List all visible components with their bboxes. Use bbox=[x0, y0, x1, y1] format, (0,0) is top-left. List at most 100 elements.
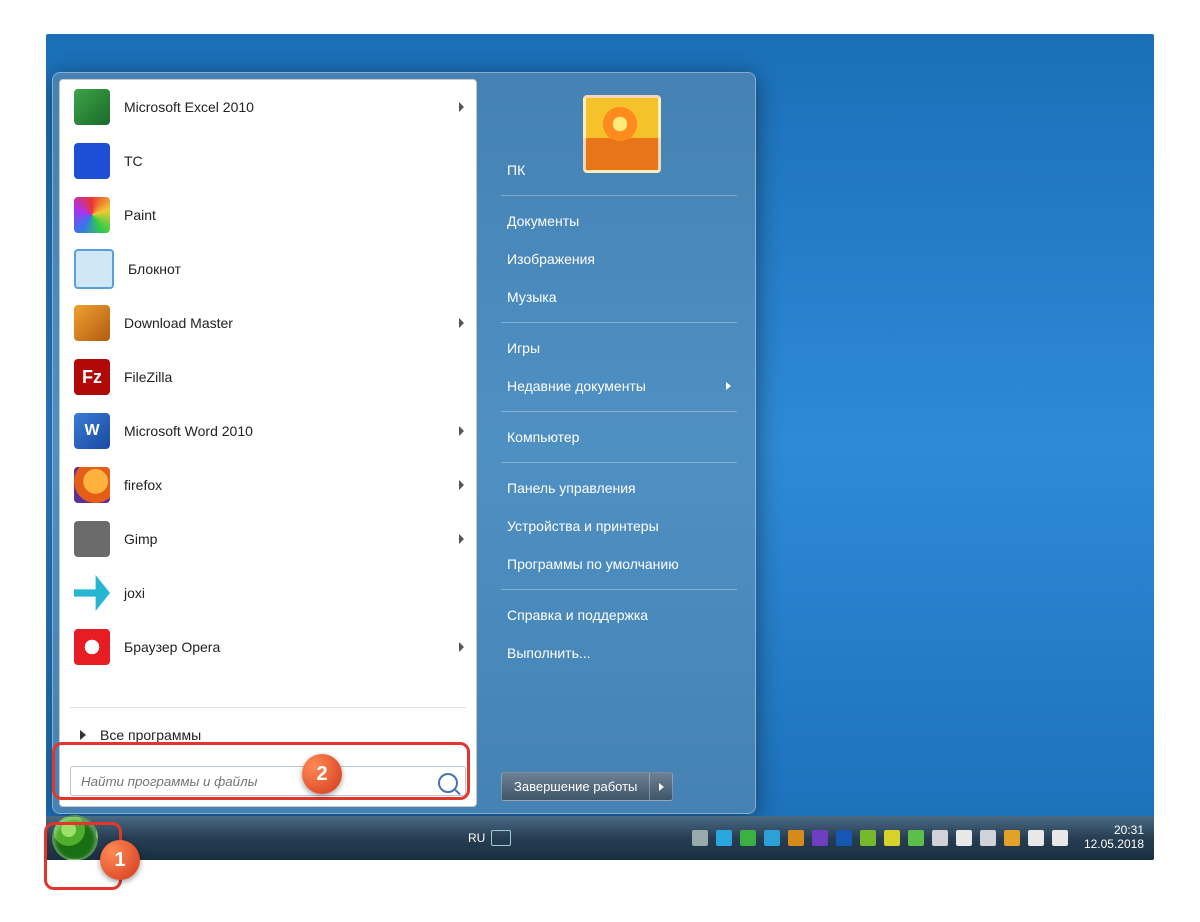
chevron-right-icon bbox=[459, 534, 464, 544]
shutdown-button[interactable]: Завершение работы bbox=[501, 772, 650, 801]
program-item[interactable]: Microsoft Excel 2010 bbox=[60, 80, 476, 134]
system-tray: 20:31 12.05.2018 bbox=[692, 816, 1144, 860]
program-label: Браузер Opera bbox=[124, 639, 220, 655]
program-label: FileZilla bbox=[124, 369, 172, 385]
right-pane-label: Компьютер bbox=[507, 429, 579, 445]
start-button[interactable] bbox=[52, 815, 98, 860]
right-pane-label: ПК bbox=[507, 162, 525, 178]
skype-icon[interactable] bbox=[716, 830, 732, 846]
signal-icon[interactable] bbox=[908, 830, 924, 846]
program-item[interactable]: Fz FileZilla bbox=[60, 350, 476, 404]
program-item[interactable]: W Microsoft Word 2010 bbox=[60, 404, 476, 458]
right-pane-link[interactable]: Документы bbox=[501, 202, 737, 240]
right-pane-label: Справка и поддержка bbox=[507, 607, 648, 623]
clock[interactable]: 20:31 12.05.2018 bbox=[1084, 824, 1144, 852]
app1-icon[interactable] bbox=[788, 830, 804, 846]
program-item[interactable]: Блокнот bbox=[60, 242, 476, 296]
chevron-right-icon bbox=[459, 102, 464, 112]
right-pane-link[interactable]: Недавние документы bbox=[501, 367, 737, 405]
program-item[interactable]: Браузер Opera bbox=[60, 620, 476, 674]
taskbar: RU 20:31 12.05.2018 bbox=[46, 816, 1154, 860]
callout-badge-1: 1 bbox=[100, 840, 140, 880]
app3-icon[interactable] bbox=[884, 830, 900, 846]
right-pane-label: Игры bbox=[507, 340, 540, 356]
program-item[interactable]: Gimp bbox=[60, 512, 476, 566]
utorrent-icon[interactable] bbox=[860, 830, 876, 846]
update-icon[interactable] bbox=[1004, 830, 1020, 846]
excel-icon bbox=[74, 89, 110, 125]
pinned-programs-list: Microsoft Excel 2010TC Paint Блокнот Downlo… bbox=[60, 80, 476, 703]
separator bbox=[501, 195, 737, 196]
firefox-icon bbox=[74, 467, 110, 503]
right-pane-link[interactable]: Выполнить... bbox=[501, 634, 737, 672]
right-pane-label: Изображения bbox=[507, 251, 595, 267]
keyboard-icon[interactable] bbox=[491, 830, 511, 846]
right-pane-link[interactable]: Панель управления bbox=[501, 469, 737, 507]
search-box[interactable] bbox=[70, 766, 466, 796]
chevron-right-icon bbox=[80, 730, 86, 740]
disk-icon[interactable] bbox=[836, 830, 852, 846]
gimp-icon bbox=[74, 521, 110, 557]
separator bbox=[501, 462, 737, 463]
chevron-right-icon bbox=[459, 318, 464, 328]
program-label: Paint bbox=[124, 207, 156, 223]
separator bbox=[501, 411, 737, 412]
right-pane-label: Недавние документы bbox=[507, 378, 646, 394]
separator bbox=[501, 322, 737, 323]
right-pane-link[interactable]: Устройства и принтеры bbox=[501, 507, 737, 545]
program-label: joxi bbox=[124, 585, 145, 601]
network-icon[interactable] bbox=[1028, 830, 1044, 846]
user-picture[interactable] bbox=[583, 95, 661, 173]
download-master-icon bbox=[74, 305, 110, 341]
word-icon: W bbox=[74, 413, 110, 449]
opera-icon bbox=[74, 629, 110, 665]
notepad-icon bbox=[74, 249, 114, 289]
check-icon[interactable] bbox=[740, 830, 756, 846]
program-item[interactable]: Paint bbox=[60, 188, 476, 242]
right-pane-link[interactable]: Игры bbox=[501, 329, 737, 367]
app2-icon[interactable] bbox=[812, 830, 828, 846]
shield-icon[interactable] bbox=[980, 830, 996, 846]
right-pane-label: Музыка bbox=[507, 289, 557, 305]
shutdown-options-button[interactable] bbox=[650, 772, 673, 801]
all-programs-label: Все программы bbox=[100, 727, 201, 743]
flag-icon[interactable] bbox=[956, 830, 972, 846]
right-pane-link[interactable]: Справка и поддержка bbox=[501, 596, 737, 634]
filezilla-icon: Fz bbox=[74, 359, 110, 395]
chevron-right-icon bbox=[659, 783, 664, 791]
right-pane-link[interactable]: Программы по умолчанию bbox=[501, 545, 737, 583]
chevron-right-icon bbox=[459, 426, 464, 436]
program-item[interactable]: joxi bbox=[60, 566, 476, 620]
right-pane-link[interactable]: Изображения bbox=[501, 240, 737, 278]
app4-icon[interactable] bbox=[932, 830, 948, 846]
desktop: Microsoft Excel 2010TC Paint Блокнот Downlo… bbox=[46, 34, 1154, 860]
search-input[interactable] bbox=[70, 766, 466, 796]
right-pane-link[interactable]: Компьютер bbox=[501, 418, 737, 456]
program-label: Microsoft Word 2010 bbox=[124, 423, 253, 439]
clock-time: 20:31 bbox=[1084, 824, 1144, 838]
paint-icon bbox=[74, 197, 110, 233]
up-icon[interactable] bbox=[692, 830, 708, 846]
right-pane-link[interactable]: Музыка bbox=[501, 278, 737, 316]
volume-icon[interactable] bbox=[1052, 830, 1068, 846]
program-label: Download Master bbox=[124, 315, 233, 331]
separator bbox=[501, 589, 737, 590]
joxi-icon bbox=[74, 575, 110, 611]
chevron-right-icon bbox=[726, 382, 731, 390]
telegram-icon[interactable] bbox=[764, 830, 780, 846]
callout-badge-2: 2 bbox=[302, 754, 342, 794]
chevron-right-icon bbox=[459, 480, 464, 490]
start-menu-left-pane: Microsoft Excel 2010TC Paint Блокнот Downlo… bbox=[59, 79, 477, 807]
start-menu-right-pane: ПК Документы Изображения Музыка Игры Недавние… bbox=[483, 73, 755, 813]
tc-icon bbox=[74, 143, 110, 179]
program-label: Gimp bbox=[124, 531, 157, 547]
search-icon[interactable] bbox=[438, 773, 458, 793]
program-item[interactable]: firefox bbox=[60, 458, 476, 512]
program-item[interactable]: Download Master bbox=[60, 296, 476, 350]
program-label: Блокнот bbox=[128, 261, 181, 277]
flower-icon bbox=[600, 104, 640, 144]
language-indicator[interactable]: RU bbox=[468, 831, 485, 845]
program-item[interactable]: TC bbox=[60, 134, 476, 188]
all-programs-button[interactable]: Все программы bbox=[60, 712, 476, 758]
program-label: firefox bbox=[124, 477, 162, 493]
